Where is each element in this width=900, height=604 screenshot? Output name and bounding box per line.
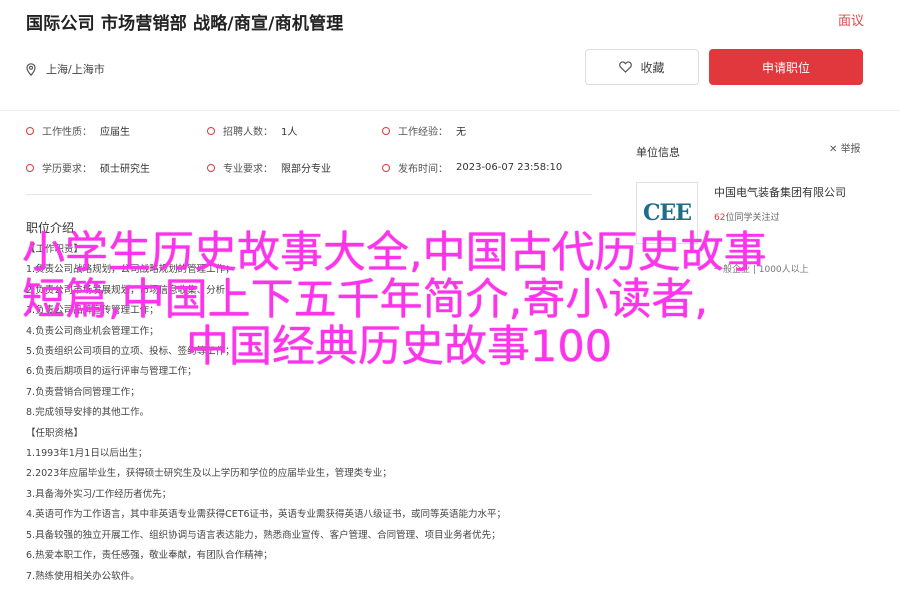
- job-header: 国际公司 市场营销部 战略/商宣/商机管理 面议 上海/上海市 收藏 申请职位: [0, 0, 900, 120]
- bullet-circle-icon: [382, 163, 390, 172]
- attribute-key: 招聘人数：: [223, 127, 273, 138]
- attribute-item: 工作性质： 应届生: [26, 123, 130, 138]
- attribute-value: 限部分专业: [281, 164, 331, 175]
- overlay-line-3: 中国经典历史故事100: [186, 322, 613, 372]
- report-label: 举报: [840, 144, 861, 155]
- overlay-line-1: 小学生历史故事大全,中国古代历史故事: [22, 228, 767, 278]
- description-line: 2.2023年应届毕业生，获得硕士研究生及以上学历和学位的应届毕业生，管理类专业…: [26, 468, 392, 480]
- apply-button[interactable]: 申请职位: [709, 49, 863, 85]
- description-line: 7.熟练使用相关办公软件。: [26, 570, 140, 582]
- favorite-button[interactable]: 收藏: [585, 49, 699, 85]
- description-line: 7.负责营销合同管理工作；: [26, 386, 140, 398]
- job-title: 国际公司 市场营销部 战略/商宣/商机管理: [26, 14, 344, 34]
- attribute-item: 工作经验： 无: [382, 123, 466, 138]
- bullet-circle-icon: [207, 126, 215, 135]
- location-pin-icon: [26, 62, 36, 76]
- close-icon: ✕: [829, 144, 841, 155]
- follow-count-suffix: 位同学关注过: [725, 213, 780, 223]
- follow-count: 62位同学关注过: [714, 210, 779, 223]
- favorite-label: 收藏: [640, 60, 665, 75]
- header-divider: [0, 110, 900, 111]
- overlay-line-2: 短篇,中国上下五千年简介,寄小读者,: [22, 275, 709, 325]
- report-link[interactable]: ✕ 举报: [829, 140, 861, 155]
- attribute-item: 招聘人数： 1人: [207, 123, 297, 138]
- attribute-value: 无: [456, 127, 466, 138]
- attribute-item: 学历要求： 硕士研究生: [26, 160, 150, 175]
- attribute-key: 发布时间：: [398, 164, 448, 175]
- section-divider: [26, 194, 592, 195]
- attribute-value: 硕士研究生: [100, 164, 150, 175]
- attribute-key: 工作性质：: [42, 127, 92, 138]
- description-line: 6.热爱本职工作，责任感强，敬业奉献，有团队合作精神；: [26, 550, 273, 562]
- company-name-link[interactable]: 中国电气装备集团有限公司: [714, 184, 846, 200]
- bullet-circle-icon: [26, 126, 34, 135]
- attribute-key: 工作经验：: [398, 127, 448, 138]
- description-line: 【任职资格】: [26, 427, 84, 439]
- logo-text: CEE: [642, 200, 692, 226]
- sidebar-title: 单位信息: [636, 146, 680, 159]
- description-line: 3.具备海外实习/工作经历者优先；: [26, 488, 172, 500]
- attribute-item: 专业要求： 限部分专业: [207, 160, 331, 175]
- follow-count-number: 62: [714, 213, 726, 223]
- salary-label: 面议: [837, 14, 864, 29]
- job-location: 上海/上海市: [26, 61, 105, 77]
- attribute-value: 应届生: [100, 127, 130, 138]
- description-line: 4.英语可作为工作语言，其中非英语专业需获得CET6证书，英语专业需获得英语八级…: [26, 509, 507, 521]
- attribute-key: 学历要求：: [42, 164, 92, 175]
- bullet-circle-icon: [382, 126, 390, 135]
- attribute-item: 发布时间： 2023-06-07 23:58:10: [382, 160, 562, 175]
- heart-icon: [619, 61, 633, 73]
- location-text: 上海/上海市: [46, 63, 105, 76]
- attribute-key: 专业要求：: [223, 164, 273, 175]
- bullet-circle-icon: [207, 163, 215, 172]
- attribute-value: 2023-06-07 23:58:10: [456, 162, 563, 173]
- attribute-value: 1人: [281, 127, 298, 138]
- bullet-circle-icon: [26, 163, 34, 172]
- description-line: 8.完成领导安排的其他工作。: [26, 407, 150, 419]
- description-line: 1.1993年1月1日以后出生；: [26, 448, 148, 460]
- description-line: 5.具备较强的独立开展工作、组织协调与语言表达能力，熟悉商业宣传、客户管理、合同…: [26, 529, 501, 541]
